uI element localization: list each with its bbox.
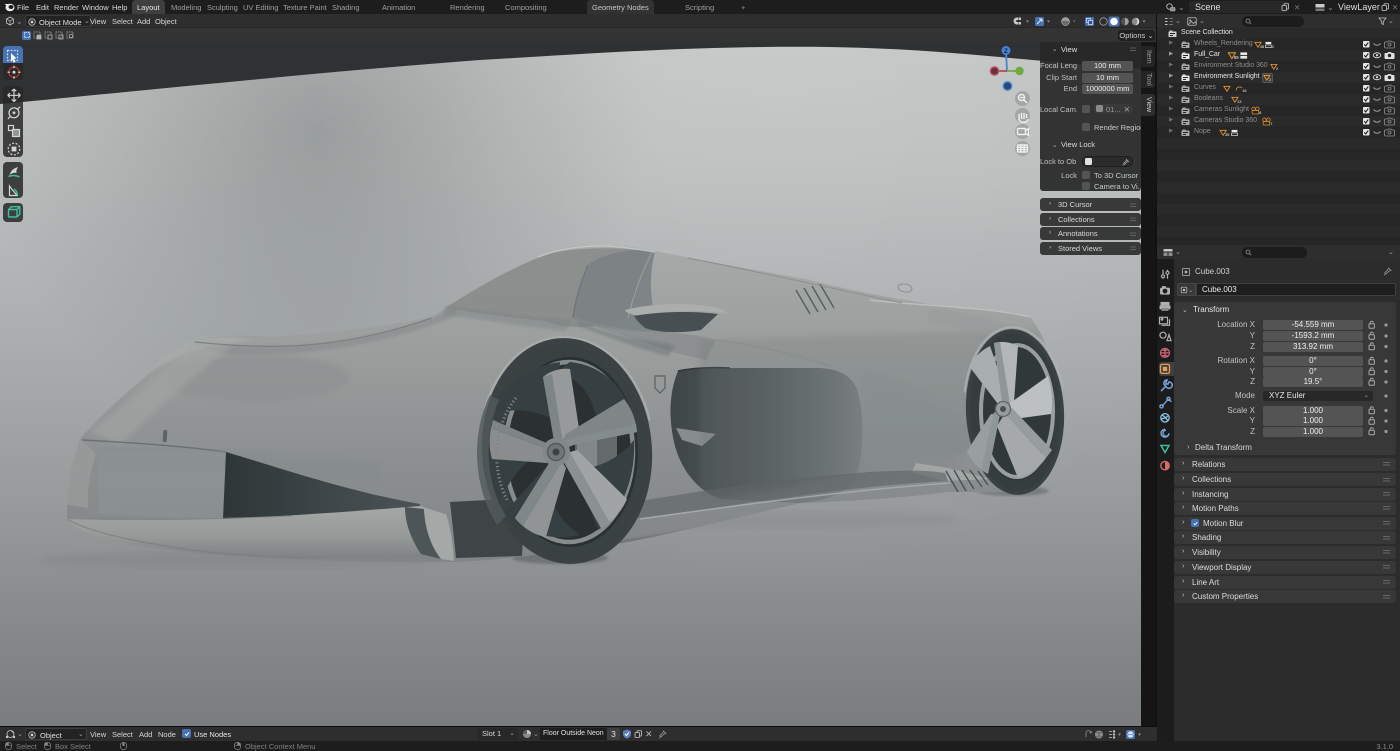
svg-text:35: 35: [1225, 132, 1230, 137]
svg-text:99: 99: [1234, 55, 1239, 60]
svg-text:2: 2: [1272, 44, 1274, 49]
svg-text:48: 48: [1260, 44, 1265, 49]
svg-text:8: 8: [1259, 110, 1262, 115]
svg-text:7: 7: [1270, 121, 1272, 126]
svg-text:13: 13: [1237, 99, 1242, 104]
svg-text:16: 16: [1242, 88, 1247, 93]
svg-text:2: 2: [1269, 78, 1271, 82]
svg-text:2: 2: [1276, 67, 1278, 71]
svg-text:Z: Z: [1004, 49, 1008, 55]
